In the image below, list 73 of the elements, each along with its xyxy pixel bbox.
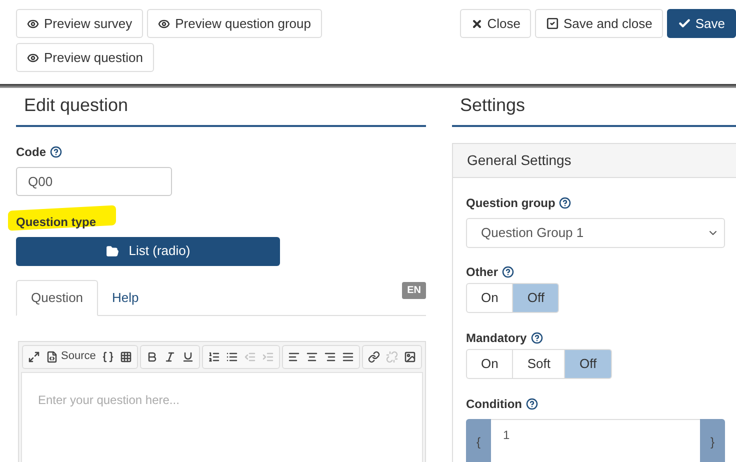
help-icon[interactable] bbox=[502, 266, 514, 278]
preview-button[interactable]: Preview question group bbox=[147, 9, 322, 38]
toggle-option[interactable]: Off bbox=[512, 283, 560, 313]
editor-tool-button[interactable] bbox=[164, 350, 176, 362]
help-icon[interactable] bbox=[530, 332, 543, 344]
align-left-icon bbox=[288, 350, 300, 362]
bold-icon bbox=[146, 350, 158, 362]
eye-icon bbox=[27, 52, 39, 64]
editor-tool-button[interactable] bbox=[324, 350, 336, 362]
question-type-button[interactable]: List (radio) bbox=[16, 236, 280, 266]
editor-tool-button[interactable] bbox=[288, 350, 300, 362]
help-icon[interactable] bbox=[50, 146, 62, 158]
section-title: Settings bbox=[460, 95, 526, 115]
align-justify-icon bbox=[342, 350, 354, 362]
editor-tool-button[interactable] bbox=[102, 350, 114, 362]
align-center-icon bbox=[306, 350, 318, 362]
toggle-option[interactable]: On bbox=[466, 283, 514, 313]
editor-tool-button[interactable] bbox=[404, 350, 416, 362]
editor-tool-button[interactable]: Source bbox=[46, 348, 96, 365]
editor-tool-button[interactable] bbox=[146, 350, 158, 362]
field-label: Condition bbox=[466, 396, 522, 413]
editor-tool-button[interactable] bbox=[342, 350, 354, 362]
preview-button[interactable]: Preview question bbox=[16, 43, 154, 72]
action-button[interactable]: Close bbox=[460, 9, 532, 38]
editor-tab[interactable]: Question bbox=[16, 280, 98, 316]
editor-tool-button[interactable] bbox=[306, 350, 318, 362]
unlink-icon bbox=[386, 350, 398, 362]
editor-tool-button[interactable] bbox=[208, 350, 220, 362]
help-icon[interactable] bbox=[559, 197, 572, 209]
editor-tool-button[interactable] bbox=[368, 350, 380, 362]
link-icon bbox=[368, 350, 380, 362]
folder-icon bbox=[106, 244, 119, 258]
action-button[interactable]: Save and close bbox=[535, 9, 664, 38]
toggle-option[interactable]: On bbox=[466, 349, 514, 379]
outdent-icon bbox=[244, 350, 256, 362]
indent-icon bbox=[262, 350, 274, 362]
code-field[interactable]: Q00 bbox=[16, 167, 172, 196]
image-icon bbox=[404, 350, 416, 362]
toggle-option[interactable]: Soft bbox=[512, 349, 566, 379]
toggle-option[interactable]: Off bbox=[564, 349, 612, 379]
action-button[interactable]: Save bbox=[667, 9, 736, 38]
editor-tool-button[interactable] bbox=[182, 350, 194, 362]
language-badge: EN bbox=[402, 282, 426, 298]
grid-icon bbox=[120, 350, 132, 362]
checkbox-icon bbox=[546, 17, 560, 30]
align-right-icon bbox=[324, 350, 336, 362]
field-label: Other bbox=[466, 264, 498, 281]
italic-icon bbox=[164, 350, 176, 362]
input-addon: { bbox=[466, 419, 491, 462]
close-icon bbox=[471, 18, 484, 30]
check-icon bbox=[678, 17, 692, 30]
eye-icon bbox=[27, 18, 39, 30]
bullet-list-icon bbox=[226, 350, 238, 362]
field-label: Mandatory bbox=[466, 330, 527, 347]
numbered-list-icon bbox=[208, 350, 220, 362]
field-label: Question type bbox=[16, 215, 96, 229]
document-icon bbox=[46, 350, 58, 362]
eye-icon bbox=[158, 18, 170, 30]
section-title: Edit question bbox=[24, 95, 128, 115]
help-icon[interactable] bbox=[526, 398, 538, 410]
braces-icon bbox=[102, 350, 114, 362]
input-addon: } bbox=[700, 419, 725, 462]
editor-tool-button[interactable] bbox=[226, 350, 238, 362]
panel-header: General Settings bbox=[453, 144, 736, 178]
question-group-select[interactable]: Question Group 1 bbox=[466, 218, 725, 248]
field-label: Question group bbox=[466, 195, 556, 212]
field-label: Code bbox=[16, 144, 46, 161]
preview-button[interactable]: Preview survey bbox=[16, 9, 144, 38]
fullscreen-icon bbox=[28, 350, 40, 362]
underline-icon bbox=[182, 350, 194, 362]
editor-tool-button[interactable] bbox=[28, 350, 40, 362]
editor-tab[interactable]: Help bbox=[98, 280, 153, 316]
editor-tool-button[interactable] bbox=[120, 350, 132, 362]
